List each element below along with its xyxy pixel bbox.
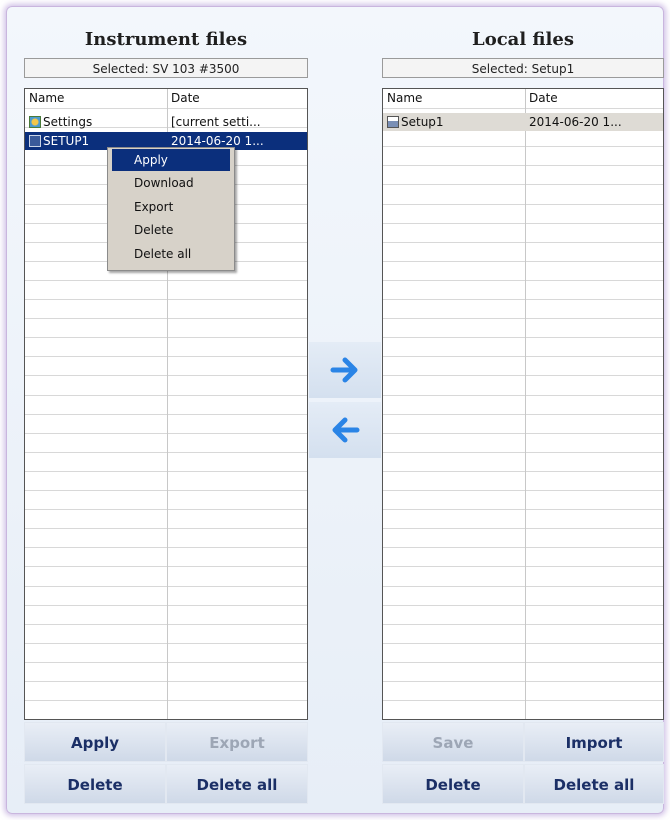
context-menu-item-apply[interactable]: Apply xyxy=(112,149,230,171)
local-files-title: Local files xyxy=(472,29,574,50)
grid-row-line xyxy=(25,547,307,548)
local-selected-label: Selected: Setup1 xyxy=(382,58,664,78)
grid-row-line xyxy=(383,471,663,472)
grid-row-line xyxy=(383,395,663,396)
grid-row-line xyxy=(383,624,663,625)
grid-row-line xyxy=(25,509,307,510)
grid-row-line xyxy=(383,242,663,243)
grid-row-line xyxy=(383,337,663,338)
grid-row-line xyxy=(25,280,307,281)
grid-row-line xyxy=(383,299,663,300)
instrument-selected-label: Selected: SV 103 #3500 xyxy=(24,58,308,78)
grid-row-line xyxy=(25,299,307,300)
file-date: [current setti... xyxy=(171,115,261,129)
grid-row-line xyxy=(383,528,663,529)
grid-row-line xyxy=(383,261,663,262)
instrument-files-title: Instrument files xyxy=(84,29,248,50)
grid-row-line xyxy=(383,509,663,510)
grid-row-line xyxy=(25,566,307,567)
grid-row-line xyxy=(25,528,307,529)
grid-row-line xyxy=(25,624,307,625)
local-file-list[interactable]: Name Date Setup1 2014-06-20 1... xyxy=(382,88,664,720)
file-name: Setup1 xyxy=(401,115,444,129)
save-button[interactable]: Save xyxy=(382,722,524,762)
grid-row-line xyxy=(25,643,307,644)
grid-row-line xyxy=(25,586,307,587)
grid-row-line xyxy=(25,471,307,472)
delete-button[interactable]: Delete xyxy=(24,764,166,804)
copy-to-instrument-button[interactable] xyxy=(309,402,381,458)
grid-row-line xyxy=(383,662,663,663)
context-menu-item-delete-all[interactable]: Delete all xyxy=(112,243,230,265)
import-button[interactable]: Import xyxy=(524,722,664,762)
grid-row-line xyxy=(383,165,663,166)
grid-row-line xyxy=(25,700,307,701)
grid-row-line xyxy=(383,643,663,644)
column-header-date[interactable]: Date xyxy=(525,89,663,107)
file-name-cell: SETUP1 xyxy=(29,132,89,150)
grid-row-line xyxy=(25,337,307,338)
grid-row-line xyxy=(383,184,663,185)
grid-row-line xyxy=(383,414,663,415)
file-row-settings[interactable]: Settings [current setti... xyxy=(25,113,307,131)
arrow-left-icon xyxy=(332,417,360,443)
file-name-cell: Setup1 xyxy=(387,113,444,131)
context-menu-item-download[interactable]: Download xyxy=(112,172,230,194)
grid-row-line xyxy=(25,681,307,682)
column-header-date[interactable]: Date xyxy=(167,89,307,107)
export-button[interactable]: Export xyxy=(166,722,308,762)
grid-row-line xyxy=(383,586,663,587)
grid-row-line xyxy=(25,433,307,434)
grid-row-line xyxy=(383,433,663,434)
setup-file-icon xyxy=(387,116,399,128)
grid-row-line xyxy=(383,280,663,281)
grid-row-line xyxy=(25,490,307,491)
grid-row-line xyxy=(383,318,663,319)
settings-file-icon xyxy=(29,116,41,128)
delete-all-button[interactable]: Delete all xyxy=(166,764,308,804)
context-menu-item-export[interactable]: Export xyxy=(112,196,230,218)
grid-row-line xyxy=(383,356,663,357)
file-name-cell: Settings xyxy=(29,113,92,131)
grid-row-line xyxy=(383,605,663,606)
grid-row-line xyxy=(383,204,663,205)
apply-button[interactable]: Apply xyxy=(24,722,166,762)
file-row-setup1[interactable]: Setup1 2014-06-20 1... xyxy=(383,113,663,131)
grid-row-line xyxy=(25,375,307,376)
file-name: Settings xyxy=(43,115,93,129)
grid-row-line xyxy=(25,414,307,415)
grid-row-line xyxy=(25,318,307,319)
grid-row-line xyxy=(383,700,663,701)
delete-button[interactable]: Delete xyxy=(382,764,524,804)
grid-row-line xyxy=(25,395,307,396)
grid-row-line xyxy=(383,108,663,109)
grid-row-line xyxy=(383,681,663,682)
file-date: 2014-06-20 1... xyxy=(529,115,622,129)
grid-row-line xyxy=(383,223,663,224)
grid-row-line xyxy=(25,108,307,109)
copy-to-local-button[interactable] xyxy=(309,342,381,398)
setup-file-icon xyxy=(29,135,41,147)
grid-row-line xyxy=(25,605,307,606)
grid-row-line xyxy=(383,490,663,491)
context-menu: Apply Download Export Delete Delete all xyxy=(107,147,235,271)
column-header-name[interactable]: Name xyxy=(383,89,525,107)
arrow-right-icon xyxy=(330,357,358,383)
grid-row-line xyxy=(25,356,307,357)
grid-row-line xyxy=(383,566,663,567)
column-divider xyxy=(525,89,526,719)
grid-row-line xyxy=(383,452,663,453)
delete-all-button[interactable]: Delete all xyxy=(524,764,664,804)
grid-row-line xyxy=(25,662,307,663)
grid-row-line xyxy=(383,146,663,147)
file-name: SETUP1 xyxy=(43,134,90,148)
grid-row-line xyxy=(383,547,663,548)
context-menu-item-delete[interactable]: Delete xyxy=(112,219,230,241)
grid-row-line xyxy=(383,375,663,376)
column-header-name[interactable]: Name xyxy=(25,89,167,107)
grid-row-line xyxy=(25,452,307,453)
